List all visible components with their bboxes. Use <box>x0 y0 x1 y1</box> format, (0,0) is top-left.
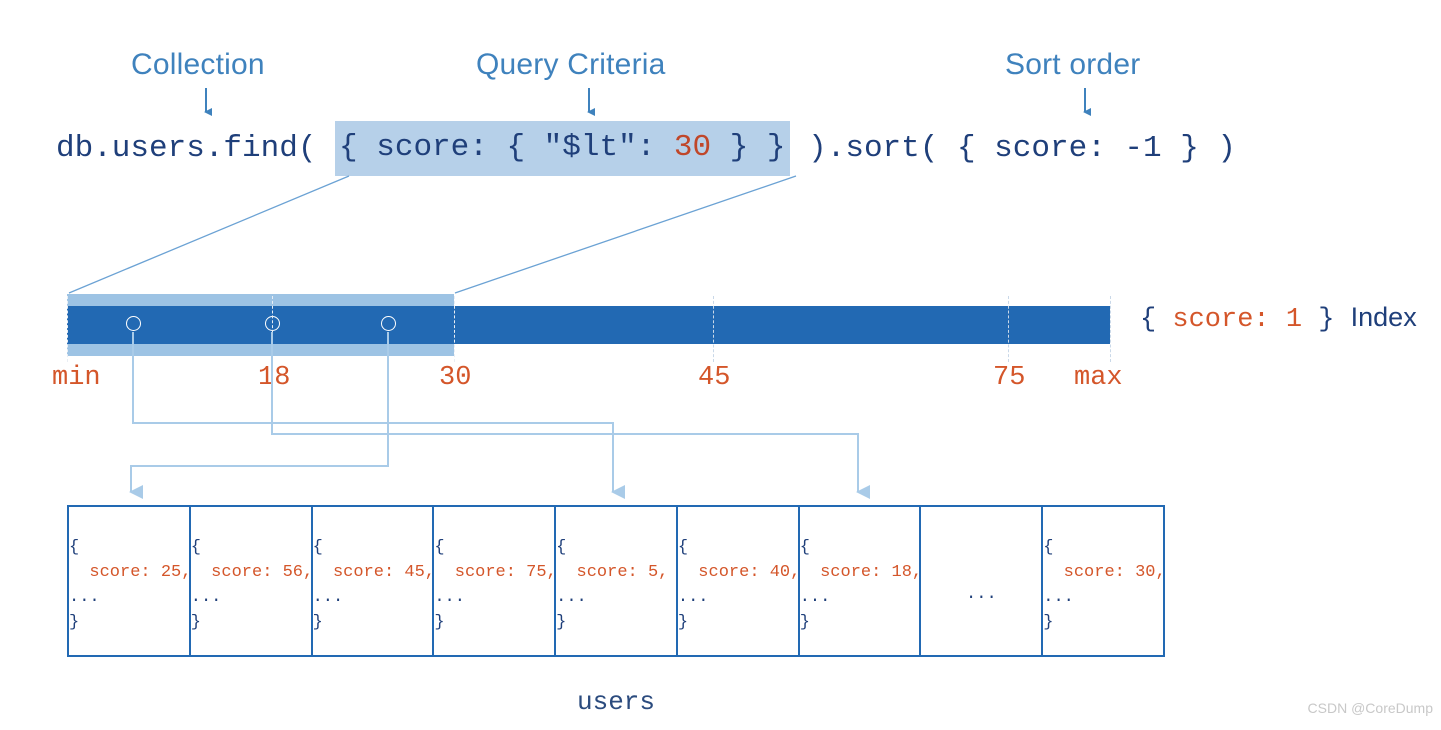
doc-dots: ... <box>190 588 222 607</box>
doc-open: { <box>677 538 689 557</box>
index-tick-label-45: 45 <box>698 363 731 393</box>
diagram-canvas: Collection Query Criteria Sort order db.… <box>0 0 1441 730</box>
index-tick-45 <box>713 296 714 362</box>
index-legend-word: Index <box>1350 302 1417 332</box>
doc-score: score: 30, <box>1043 563 1164 582</box>
document-body: { score: 5, ... } <box>556 535 668 635</box>
doc-close: } <box>799 613 810 632</box>
doc-dots: ... <box>799 588 831 607</box>
query-prefix: db.users.find( <box>56 130 336 166</box>
index-marker <box>126 316 141 331</box>
index-tick-label-30: 30 <box>439 363 472 393</box>
document-cell[interactable]: { score: 40, ... } <box>678 507 800 655</box>
document-body: { score: 30, ... } <box>1043 535 1163 635</box>
document-body: { score: 25, ... } <box>69 535 191 635</box>
index-tick-label-max: max <box>1074 363 1123 393</box>
index-tick-75 <box>1008 296 1009 362</box>
index-marker <box>381 316 396 331</box>
doc-close: } <box>556 613 567 632</box>
doc-dots: ... <box>556 588 587 607</box>
callout-label-sort-order: Sort order <box>1005 48 1141 81</box>
index-legend: { score: 1 } Index <box>1140 302 1417 335</box>
index-tick-label-18: 18 <box>258 363 291 393</box>
doc-open: { <box>69 538 80 557</box>
document-cell[interactable]: { score: 18, ... } <box>800 507 922 655</box>
doc-close: } <box>69 613 80 632</box>
doc-dots: ... <box>677 588 709 607</box>
connector-marker-to-doc-1 <box>129 332 389 499</box>
doc-open: { <box>190 538 201 557</box>
document-cell[interactable]: { score: 45, ... } <box>313 507 435 655</box>
callout-line-left <box>68 175 350 294</box>
doc-close: } <box>312 613 323 632</box>
index-legend-open: { <box>1140 305 1173 335</box>
callout-line-right <box>454 175 797 294</box>
document-body: { score: 40, ... } <box>677 535 800 635</box>
index-tick-30 <box>454 296 455 362</box>
doc-open: { <box>799 538 810 557</box>
connector-marker-to-doc-5 <box>132 332 625 499</box>
document-cell[interactable]: { score: 5, ... } <box>556 507 678 655</box>
doc-close: } <box>677 613 689 632</box>
collection-name-label: users <box>576 687 655 717</box>
callout-label-query-criteria: Query Criteria <box>476 48 666 81</box>
doc-dots: ... <box>434 588 465 607</box>
doc-score: score: 5, <box>556 563 669 582</box>
callout-label-collection: Collection <box>131 48 265 81</box>
doc-dots: ... <box>69 588 100 607</box>
doc-score: score: 18, <box>799 563 922 582</box>
document-cell-ellipsis: ... <box>921 507 1044 655</box>
index-legend-close: } <box>1302 305 1351 335</box>
index-tick-label-min: min <box>52 363 101 393</box>
connector-marker-to-doc-7 <box>271 332 870 499</box>
doc-open: { <box>312 538 323 557</box>
document-cell[interactable]: { score: 30, ... } <box>1043 507 1163 655</box>
watermark: CSDN @CoreDump <box>1307 700 1433 716</box>
doc-dots: ... <box>312 588 344 607</box>
document-body: { score: 45, ... } <box>312 535 435 635</box>
doc-close: } <box>434 613 445 632</box>
doc-dots: ... <box>1043 588 1074 607</box>
index-legend-key: score: 1 <box>1172 305 1303 335</box>
document-cell[interactable]: { score: 75, ... } <box>434 507 557 655</box>
document-cell[interactable]: { score: 25, ... } <box>69 507 191 655</box>
document-cell[interactable]: { score: 56, ... } <box>191 507 313 655</box>
doc-close: } <box>190 613 201 632</box>
doc-score: score: 25, <box>69 563 191 582</box>
query-criteria-tail: } } <box>711 129 786 165</box>
doc-open: { <box>434 538 445 557</box>
documents-truncated-ellipsis: ... <box>966 585 997 604</box>
index-tick-label-75: 75 <box>993 363 1026 393</box>
query-suffix: ).sort( { score: -1 } ) <box>789 130 1237 166</box>
document-body: { score: 18, ... } <box>799 535 922 635</box>
query-criteria-value: 30 <box>673 129 712 165</box>
index-tick-18 <box>272 296 273 362</box>
index-bar <box>67 306 1110 344</box>
document-body: { score: 75, ... } <box>434 535 557 635</box>
doc-open: { <box>1043 538 1054 557</box>
query-statement: db.users.find( { score: { "$lt": 30 } } … <box>56 120 1237 176</box>
doc-score: score: 45, <box>312 563 435 582</box>
query-criteria-highlight: { score: { "$lt": 30 } } <box>335 120 790 176</box>
doc-score: score: 56, <box>190 563 313 582</box>
doc-score: score: 75, <box>434 563 557 582</box>
collection-documents-row: { score: 25, ... } { score: 56, ... } { … <box>67 505 1165 657</box>
document-body: { score: 56, ... } <box>190 535 313 635</box>
doc-score: score: 40, <box>677 563 800 582</box>
doc-close: } <box>1043 613 1054 632</box>
index-tick-min <box>67 296 68 362</box>
doc-open: { <box>556 538 567 557</box>
index-tick-max <box>1110 296 1111 362</box>
query-criteria-head: { score: { "$lt": <box>339 129 674 165</box>
